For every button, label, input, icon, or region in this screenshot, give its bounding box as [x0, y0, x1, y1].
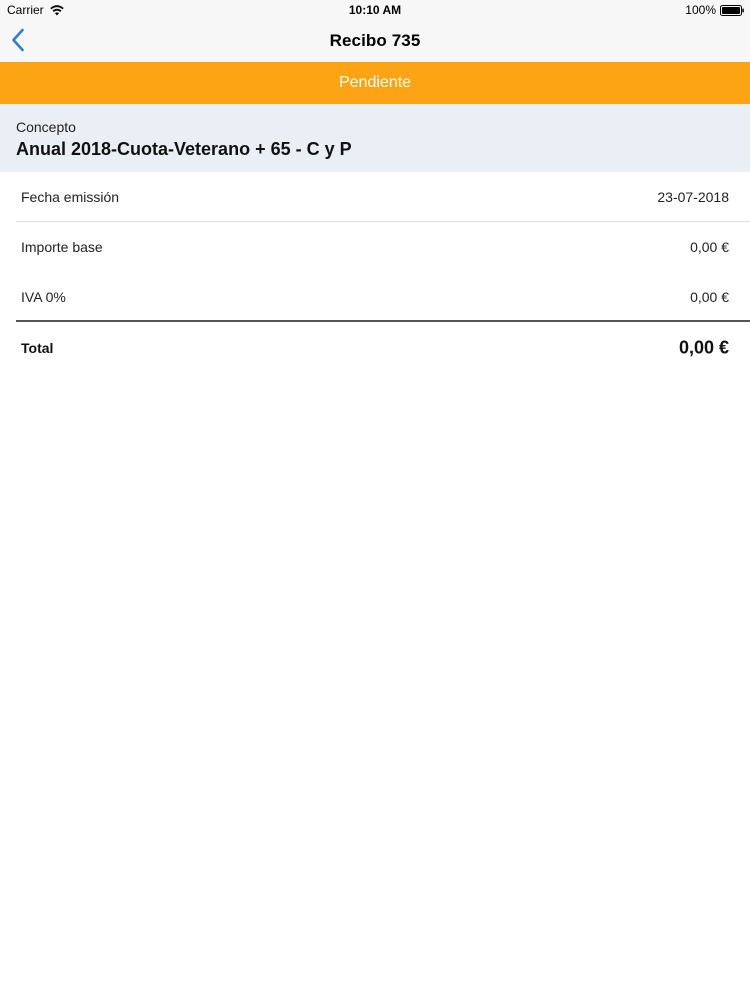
concept-label: Concepto	[16, 119, 76, 135]
navigation-bar: Recibo 735	[0, 20, 750, 62]
status-bar: Carrier 10:10 AM 100%	[0, 0, 750, 20]
concept-value: Anual 2018-Cuota-Veterano + 65 - C y P	[16, 139, 352, 159]
row-value: 0,00 €	[690, 289, 729, 305]
status-banner-label: Pendiente	[338, 74, 412, 91]
total-label: Total	[21, 340, 54, 356]
page-title: Recibo 735	[329, 31, 421, 50]
row-label: IVA 0%	[21, 289, 66, 305]
battery-icon	[720, 4, 744, 16]
detail-row-vat: IVA 0% 0,00 €	[0, 272, 750, 322]
row-label: Importe base	[21, 239, 103, 255]
row-label: Fecha emissión	[21, 189, 120, 205]
detail-row-base-amount: Importe base 0,00 €	[0, 222, 750, 272]
detail-row-issue-date: Fecha emissión 23-07-2018	[0, 172, 750, 222]
total-divider	[16, 320, 750, 322]
status-right: 100%	[685, 3, 744, 17]
concept-panel: Concepto Anual 2018-Cuota-Veterano + 65 …	[0, 104, 750, 172]
total-row: Total 0,00 €	[0, 323, 750, 373]
total-value: 0,00 €	[678, 337, 729, 358]
clock: 10:10 AM	[348, 3, 402, 17]
row-value: 23-07-2018	[657, 189, 729, 205]
row-value: 0,00 €	[690, 239, 729, 255]
battery-percent: 100%	[685, 3, 716, 17]
status-banner: Pendiente	[0, 62, 750, 104]
